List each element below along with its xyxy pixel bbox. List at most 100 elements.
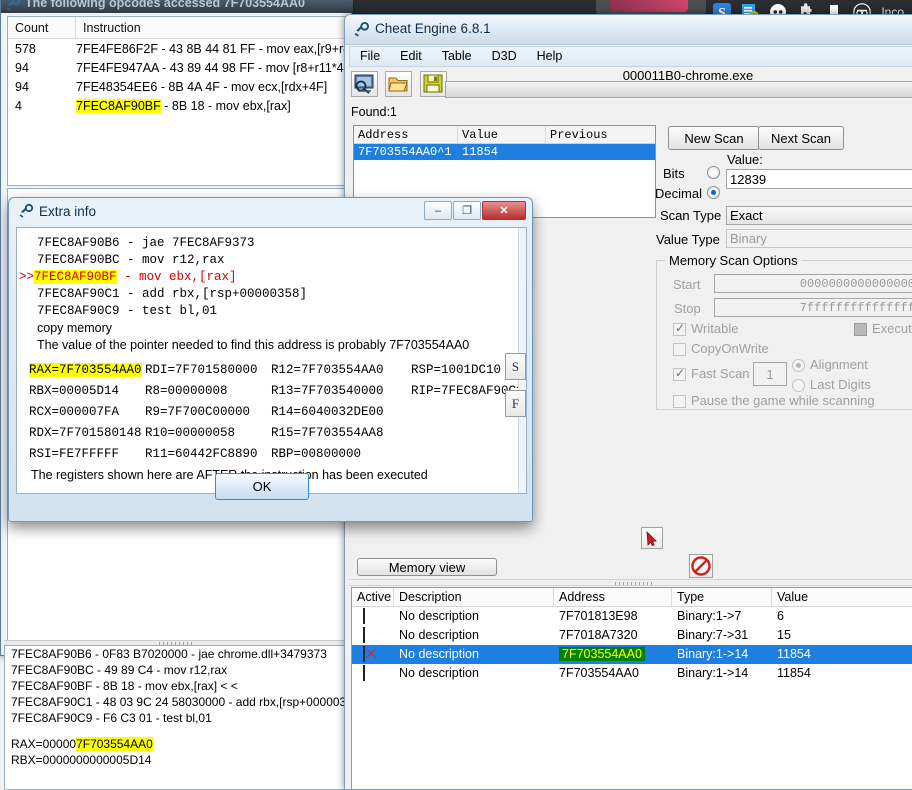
writable-label: Writable [691,321,738,336]
active-checkbox[interactable] [363,627,365,643]
table-row[interactable]: No description 7F7018A7320 Binary:7->31 … [352,626,912,645]
red-arrow-cursor-icon[interactable] [641,527,663,549]
copyonwrite-checkbox[interactable] [673,343,686,356]
row-description: No description [394,645,554,664]
opcode-row-selected[interactable]: 4 7FEC8AF90BF - 8B 18 - mov ebx,[rax] [8,96,346,115]
scan-col-previous[interactable]: Previous [546,126,655,143]
minimize-button[interactable]: – [424,201,452,220]
register-cell: RAX=7F703554AA0 [17,363,139,377]
new-scan-button[interactable]: New Scan [668,126,760,150]
address-table-splitter[interactable] [349,579,912,586]
active-checkbox[interactable] [363,665,365,681]
menu-help[interactable]: Help [527,47,573,66]
bits-radio[interactable] [707,166,720,179]
row-active-cell [352,664,394,683]
active-checkbox[interactable] [363,646,365,662]
open-table-icon[interactable] [385,71,412,97]
disasm-line: 7FEC8AF90C1 - 48 03 9C 24 58030000 - add… [5,694,347,710]
row-value: 6 [772,607,912,626]
scan-type-select[interactable]: Exact [726,206,912,225]
addr-col-active[interactable]: Active [352,588,394,606]
fast-scan-checkbox[interactable] [673,368,686,381]
extra-disasm-line: 7FEC8AF90C1 - add rbx,[rsp+00000358] [17,286,526,303]
scan-result-address: 7F703554AA0^1 [354,144,458,160]
addr-col-value[interactable]: Value [772,588,912,606]
fast-scan-value-input[interactable]: 1 [753,362,787,386]
stop-address-input[interactable]: 7fffffffffffffff [714,298,912,317]
no-entry-icon[interactable] [689,554,713,578]
disasm-gap [5,726,347,736]
next-scan-button[interactable]: Next Scan [758,126,844,150]
alignment-radio[interactable] [792,359,805,372]
opcode-instruction: 7FEC8AF90BF - 8B 18 - mov ebx,[rax] [76,99,346,113]
register-row: RAX=7F703554AA0 RDI=7F701580000 R12=7F70… [17,359,526,380]
register-cell: R10=00000058 [139,426,265,440]
menu-edit[interactable]: Edit [390,47,432,66]
menu-table[interactable]: Table [432,47,482,66]
register-rax-highlight: RAX=7F703554AA0 [29,363,142,377]
extra-info-content: 7FEC8AF90B6 - jae 7FEC8AF9373 7FEC8AF90B… [16,227,527,494]
opcode-row[interactable]: 94 7FE48354EE6 - 8B 4A 4F - mov ecx,[rdx… [8,77,346,96]
save-table-icon[interactable] [420,71,447,97]
value-type-select[interactable]: Binary [726,229,912,248]
register-row: RBX=00005D14 R8=00000008 R13=7F703540000… [17,380,526,401]
table-row[interactable]: No description 7F703554AA0 Binary:1->14 … [352,664,912,683]
table-row-selected[interactable]: No description 7F703554AA0 Binary:1->14 … [352,645,912,664]
ok-button[interactable]: OK [215,473,309,500]
addr-col-address[interactable]: Address [554,588,672,606]
register-cell: R15=7F703554AA8 [265,426,405,440]
browser-tab-active [610,0,688,12]
opcode-col-count[interactable]: Count [8,17,76,39]
decimal-radio[interactable] [707,186,720,199]
opcode-row[interactable]: 578 7FE4FE86F2F - 43 8B 44 81 FF - mov e… [8,39,346,58]
pause-game-checkbox[interactable] [673,395,686,408]
scan-col-address[interactable]: Address [354,126,458,143]
addr-col-type[interactable]: Type [672,588,772,606]
register-cell: RDI=7F701580000 [139,363,265,377]
scan-results-header: Address Value Previous [354,126,655,144]
fast-scan-label: Fast Scan [691,366,750,381]
extra-disasm-line: 7FEC8AF90C9 - test bl,01 [17,303,526,320]
opcode-col-instruction[interactable]: Instruction [76,17,346,39]
row-active-cell [352,626,394,645]
register-cell: RBP=00800000 [265,447,405,461]
stop-label: Stop [674,301,701,316]
found-count-label: Found:1 [351,105,397,119]
address-table[interactable]: Active Description Address Type Value No… [351,587,912,790]
memory-view-button[interactable]: Memory view [357,558,497,576]
row-address: 7F703554AA0 [554,664,672,683]
writable-checkbox[interactable] [673,323,686,336]
process-select-icon[interactable] [351,71,378,97]
disassembly-pane[interactable]: 7FEC8AF90B6 - 0F83 B7020000 - jae chrome… [4,645,348,790]
opcode-list[interactable]: Count Instruction 578 7FE4FE86F2F - 43 8… [7,16,347,186]
s-button[interactable]: S [505,353,526,380]
f-button[interactable]: F [505,390,526,417]
opcode-row[interactable]: 94 7FE4FE947AA - 43 89 44 98 FF - mov [r… [8,58,346,77]
row-address: 7F701813E98 [554,607,672,626]
active-checkbox[interactable] [363,608,365,624]
maximize-button[interactable]: ❐ [453,201,481,220]
value-input[interactable]: 12839 [726,169,912,189]
scan-result-row[interactable]: 7F703554AA0^1 11854 [354,144,655,160]
last-digits-label: Last Digits [810,377,871,392]
register-row: RSI=FE7FFFFF R11=60442FC8890 RBP=0080000… [17,443,526,464]
close-button[interactable]: ✕ [482,201,526,220]
opcode-window-titlebar: The following opcodes accessed 7F703554A… [1,0,353,13]
row-value: 11854 [772,664,912,683]
scan-result-value: 11854 [458,144,546,160]
memory-scan-options-group: Memory Scan Options Start 00000000000000… [656,260,912,410]
opcode-address: 7FE48354EE6 [76,80,157,94]
menu-d3d[interactable]: D3D [482,47,527,66]
register-cell: RSI=FE7FFFFF [17,447,139,461]
menu-file[interactable]: File [350,47,390,66]
executable-checkbox[interactable] [854,323,867,336]
start-label: Start [673,277,700,292]
start-address-input[interactable]: 0000000000000000 [714,274,912,293]
current-line-text: - mov ebx,[rax] [117,270,237,284]
table-row[interactable]: No description 7F701813E98 Binary:1->7 6 [352,607,912,626]
addr-col-description[interactable]: Description [394,588,554,606]
opcode-text: - 8B 4A 4F - mov ecx,[rdx+4F] [157,80,327,94]
scan-col-value[interactable]: Value [458,126,546,143]
last-digits-radio[interactable] [792,379,805,392]
register-cell: RCX=000007FA [17,405,139,419]
